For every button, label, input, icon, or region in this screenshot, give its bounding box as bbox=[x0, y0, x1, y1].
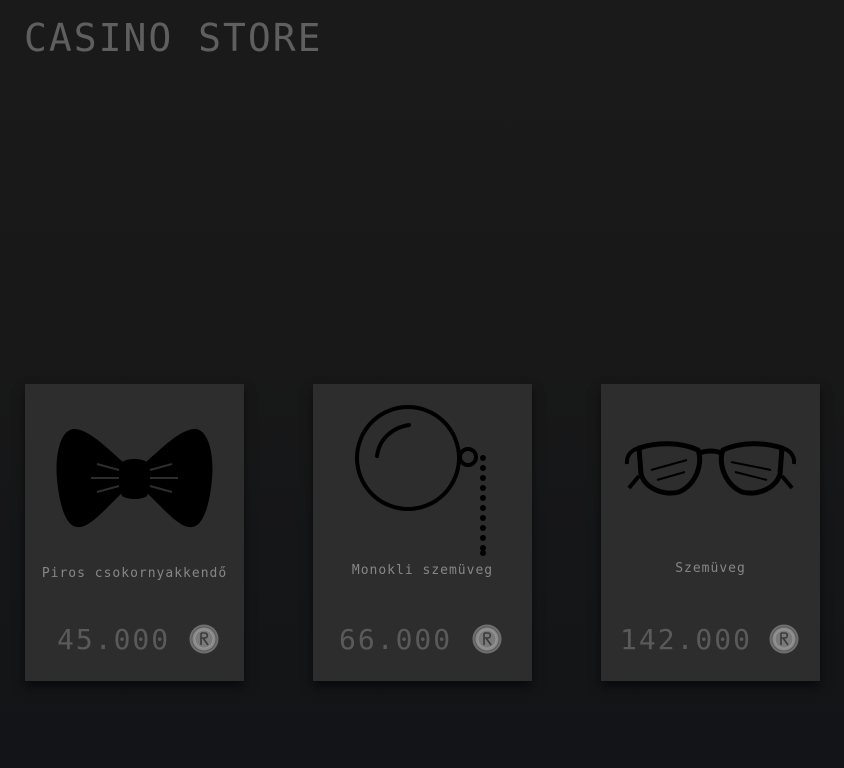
coin-icon bbox=[189, 624, 219, 654]
glasses-icon bbox=[601, 384, 820, 564]
store-item-monocle[interactable]: Monokli szemüveg 66.000 bbox=[313, 384, 532, 681]
item-price: 66.000 bbox=[339, 623, 453, 656]
store-item-bow-tie[interactable]: Piros csokornyakkendő 45.000 bbox=[25, 384, 244, 681]
coin-icon bbox=[769, 624, 799, 654]
page-title: CASINO STORE bbox=[24, 16, 323, 60]
coin-icon bbox=[472, 624, 502, 654]
item-name: Szemüveg bbox=[675, 561, 746, 576]
item-name: Monokli szemüveg bbox=[351, 563, 494, 578]
item-price: 45.000 bbox=[57, 623, 171, 656]
store-item-glasses[interactable]: Szemüveg 142.000 bbox=[601, 384, 820, 681]
monocle-icon bbox=[313, 384, 532, 564]
bow-tie-icon bbox=[25, 384, 244, 564]
item-price: 142.000 bbox=[620, 623, 753, 656]
item-name: Piros csokornyakkendő bbox=[41, 566, 228, 581]
